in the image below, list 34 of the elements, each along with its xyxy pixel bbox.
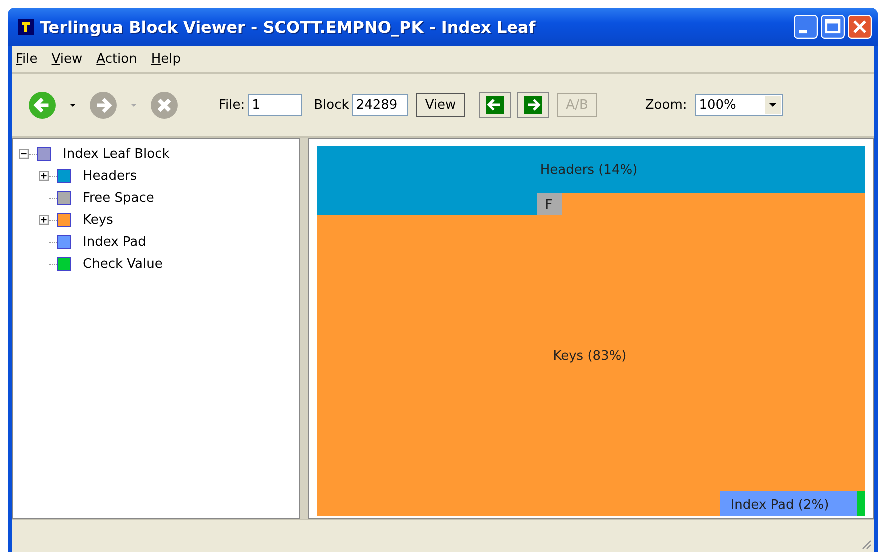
view-button[interactable]: View <box>416 93 466 117</box>
file-label: File: <box>219 98 246 112</box>
zoom-dropdown[interactable]: 100% <box>695 94 784 116</box>
block-field[interactable]: 24289 <box>352 94 408 116</box>
expand-icon[interactable] <box>39 215 49 225</box>
menu-item[interactable]: View <box>52 52 83 66</box>
resize-grip-icon[interactable] <box>860 538 872 550</box>
menu-item[interactable]: Action <box>96 52 138 66</box>
file-field[interactable]: 1 <box>248 94 302 116</box>
tree-item[interactable]: Headers <box>83 168 138 184</box>
window-title: Terlingua Block Viewer - SCOTT.EMPNO_PK - Index Leaf <box>40 18 536 36</box>
menu-item[interactable]: File <box>16 52 38 66</box>
back-button[interactable] <box>28 90 57 120</box>
close-button[interactable] <box>848 15 872 39</box>
caret-icon[interactable] <box>765 96 782 114</box>
maximize-button[interactable] <box>821 15 845 39</box>
expand-icon[interactable] <box>39 171 49 181</box>
tree-item[interactable]: Free Space <box>83 190 154 206</box>
dropdown-arrow-icon[interactable] <box>69 101 77 109</box>
tree-item[interactable]: Index Leaf Block <box>63 146 170 162</box>
previous-button[interactable] <box>479 92 512 118</box>
app-icon <box>18 19 34 35</box>
minimize-button[interactable] <box>794 15 818 39</box>
block-label: Block <box>314 98 350 112</box>
menu-item[interactable]: Help <box>151 52 182 66</box>
collapse-icon[interactable] <box>19 149 29 159</box>
free-space-block[interactable]: F <box>537 193 562 215</box>
index-pad-block[interactable]: Index Pad (2%) <box>720 491 857 516</box>
tree-item[interactable]: Keys <box>83 212 114 228</box>
next-button[interactable] <box>517 92 550 118</box>
check-value-block[interactable] <box>857 491 865 516</box>
tree-item[interactable]: Check Value <box>83 256 163 272</box>
zoom-label: Zoom: <box>645 98 688 112</box>
tree-item[interactable]: Index Pad <box>83 234 146 250</box>
